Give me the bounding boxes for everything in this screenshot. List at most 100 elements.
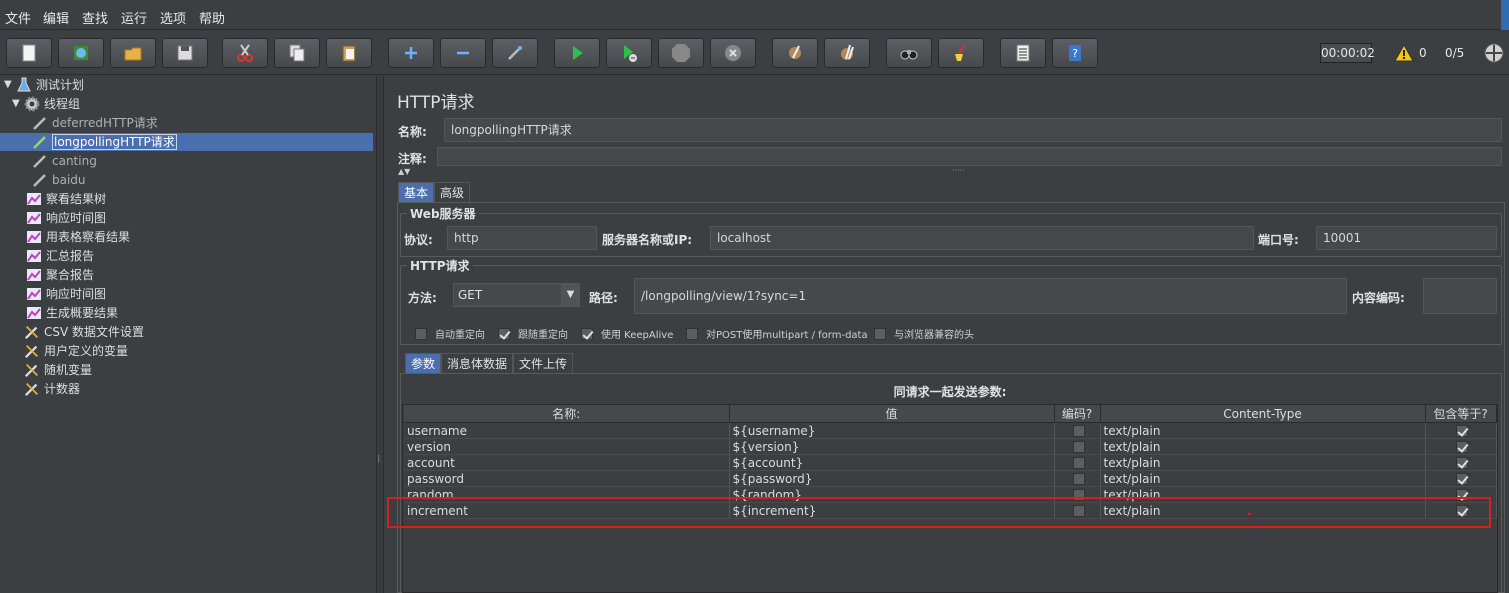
warning-icon[interactable]: [1394, 44, 1414, 62]
menu-search[interactable]: 查找: [82, 8, 108, 27]
table-row[interactable]: account ${account} text/plain: [404, 454, 1497, 471]
tab-body-data[interactable]: 消息体数据: [441, 353, 514, 373]
comment-input[interactable]: [437, 147, 1502, 166]
tree-node-sampler[interactable]: canting: [32, 152, 97, 170]
clear-button[interactable]: [772, 38, 818, 68]
collapse-button[interactable]: [440, 38, 486, 68]
clear-all-button[interactable]: [824, 38, 870, 68]
include-equals-checkbox[interactable]: [1456, 473, 1468, 485]
open-button[interactable]: [110, 38, 156, 68]
column-header-encode[interactable]: 编码?: [1054, 405, 1101, 423]
menu-run[interactable]: 运行: [121, 8, 147, 27]
tree-node-config[interactable]: 用户定义的变量: [24, 342, 128, 360]
column-header-name[interactable]: 名称:: [404, 405, 730, 423]
checkbox-box[interactable]: [874, 327, 886, 340]
tree-node-listener[interactable]: 汇总报告: [26, 247, 94, 265]
menu-edit[interactable]: 编辑: [43, 8, 69, 27]
browser-headers-checkbox[interactable]: 与浏览器兼容的头: [874, 326, 974, 341]
param-value[interactable]: ${username}: [729, 422, 1055, 439]
chevron-down-icon[interactable]: ▼: [561, 284, 579, 306]
column-header-content-type[interactable]: Content-Type: [1100, 405, 1426, 423]
expand-arrow-icon[interactable]: ▼: [4, 76, 14, 94]
tree-node-config[interactable]: 随机变量: [24, 361, 92, 379]
tree-node-config[interactable]: CSV 数据文件设置: [24, 323, 144, 341]
remote-status-icon[interactable]: [1483, 42, 1505, 64]
column-header-include-equals[interactable]: 包含等于?: [1425, 405, 1497, 423]
param-name[interactable]: version: [404, 438, 730, 455]
save-button[interactable]: [162, 38, 208, 68]
tree-node-sampler[interactable]: deferredHTTP请求: [32, 114, 158, 132]
tab-basic[interactable]: 基本: [398, 182, 435, 202]
encode-checkbox[interactable]: [1072, 473, 1085, 485]
menu-help[interactable]: 帮助: [199, 8, 225, 27]
collapse-arrows-icon[interactable]: ▲▼: [398, 167, 410, 176]
encode-checkbox[interactable]: [1072, 457, 1085, 469]
param-content-type[interactable]: text/plain: [1100, 438, 1426, 455]
param-name[interactable]: account: [404, 454, 730, 471]
encode-checkbox[interactable]: [1072, 441, 1085, 453]
tab-file-upload[interactable]: 文件上传: [513, 353, 574, 373]
menu-options[interactable]: 选项: [160, 8, 186, 27]
search-button[interactable]: [886, 38, 932, 68]
paste-button[interactable]: [326, 38, 372, 68]
templates-button[interactable]: [58, 38, 104, 68]
include-equals-checkbox[interactable]: [1456, 425, 1468, 437]
checkbox-box[interactable]: [415, 327, 427, 340]
divider-grip-icon[interactable]: ·····: [952, 166, 965, 175]
new-button[interactable]: [6, 38, 52, 68]
toggle-button[interactable]: [492, 38, 538, 68]
tab-advanced[interactable]: 高级: [434, 182, 471, 202]
table-row[interactable]: username ${username} text/plain: [404, 422, 1497, 439]
tree-node-listener[interactable]: 响应时间图: [26, 285, 106, 303]
shutdown-button[interactable]: [710, 38, 756, 68]
tree-node-listener[interactable]: 生成概要结果: [26, 304, 118, 322]
start-no-pauses-button[interactable]: [606, 38, 652, 68]
tab-parameters[interactable]: 参数: [405, 353, 442, 373]
tree-node-config[interactable]: 计数器: [24, 380, 80, 398]
stop-button[interactable]: [658, 38, 704, 68]
table-row[interactable]: password ${password} text/plain: [404, 470, 1497, 487]
protocol-input[interactable]: http: [447, 226, 597, 250]
param-content-type[interactable]: text/plain: [1100, 470, 1426, 487]
param-content-type[interactable]: text/plain: [1100, 422, 1426, 439]
pane-splitter[interactable]: ⁞: [376, 76, 384, 593]
param-value[interactable]: ${version}: [729, 438, 1055, 455]
name-input[interactable]: longpollingHTTP请求: [444, 118, 1502, 142]
expand-arrow-icon[interactable]: ▼: [12, 95, 22, 113]
follow-redirect-checkbox[interactable]: 跟随重定向: [498, 326, 568, 341]
param-name[interactable]: password: [404, 470, 730, 487]
reset-search-button[interactable]: [938, 38, 984, 68]
menu-file[interactable]: 文件: [5, 8, 31, 27]
include-equals-checkbox[interactable]: [1456, 457, 1468, 469]
column-header-value[interactable]: 值: [729, 405, 1055, 423]
cut-button[interactable]: [222, 38, 268, 68]
checkbox-box[interactable]: [581, 327, 593, 340]
keepalive-checkbox[interactable]: 使用 KeepAlive: [581, 326, 673, 341]
server-input[interactable]: localhost: [710, 226, 1254, 250]
start-button[interactable]: [554, 38, 600, 68]
method-select[interactable]: GET ▼: [453, 283, 580, 307]
auto-redirect-checkbox[interactable]: 自动重定向: [415, 326, 485, 341]
encode-checkbox[interactable]: [1072, 425, 1085, 437]
tree-node-thread-group[interactable]: ▼ 线程组: [12, 95, 80, 113]
expand-button[interactable]: [388, 38, 434, 68]
param-value[interactable]: ${account}: [729, 454, 1055, 471]
tree-node-listener[interactable]: 察看结果树: [26, 190, 106, 208]
tree-node-listener[interactable]: 响应时间图: [26, 209, 106, 227]
tree-node-listener[interactable]: 用表格察看结果: [26, 228, 130, 246]
tree-node-sampler[interactable]: baidu: [32, 171, 86, 189]
multipart-checkbox[interactable]: 对POST使用multipart / form-data: [686, 326, 868, 341]
tree-node-test-plan[interactable]: ▼ 测试计划: [4, 76, 84, 94]
tree-node-sampler-selected[interactable]: longpollingHTTP请求: [0, 133, 373, 151]
port-input[interactable]: 10001: [1316, 226, 1497, 250]
tree-node-listener[interactable]: 聚合报告: [26, 266, 94, 284]
include-equals-checkbox[interactable]: [1456, 441, 1468, 453]
encoding-input[interactable]: [1423, 278, 1497, 314]
checkbox-box[interactable]: [686, 327, 698, 340]
function-helper-button[interactable]: [1000, 38, 1046, 68]
copy-button[interactable]: [274, 38, 320, 68]
path-input[interactable]: /longpolling/view/1?sync=1: [634, 278, 1347, 314]
table-row[interactable]: version ${version} text/plain: [404, 438, 1497, 455]
param-value[interactable]: ${password}: [729, 470, 1055, 487]
checkbox-box[interactable]: [498, 327, 510, 340]
